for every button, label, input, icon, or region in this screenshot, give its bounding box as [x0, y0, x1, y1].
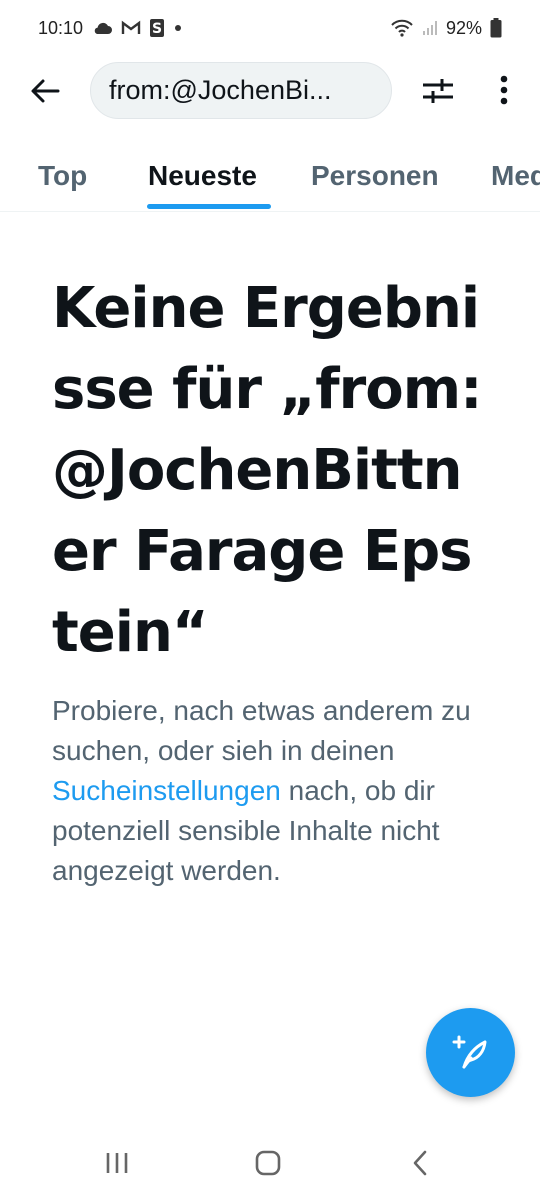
home-icon	[255, 1150, 281, 1176]
compose-button[interactable]	[426, 1008, 515, 1097]
back-button[interactable]	[26, 72, 64, 110]
system-back-button[interactable]	[400, 1146, 440, 1180]
more-options-button[interactable]	[488, 70, 520, 110]
svg-text:S: S	[152, 21, 162, 37]
battery-percent: 92%	[445, 17, 482, 38]
empty-state-text-before: Probiere, nach etwas anderem zu suchen, …	[52, 695, 471, 766]
search-filter-button[interactable]	[418, 72, 458, 110]
wifi-icon	[390, 19, 414, 37]
tab-neueste[interactable]: Neueste	[148, 140, 257, 211]
back-icon	[413, 1150, 427, 1176]
dot-icon	[173, 23, 183, 33]
empty-state-title: Keine Ergebnisse für „from:@JochenBittne…	[52, 276, 483, 665]
compose-feather-icon	[452, 1035, 486, 1068]
recent-apps-button[interactable]	[97, 1146, 137, 1180]
search-input[interactable]: from:@JochenBi...	[90, 62, 392, 119]
recent-apps-icon	[106, 1153, 128, 1173]
more-vertical-icon	[500, 75, 508, 105]
tab-personen[interactable]: Personen	[311, 140, 439, 211]
search-query: from:@JochenBi...	[109, 75, 332, 105]
sliders-icon	[423, 79, 453, 103]
active-tab-indicator	[147, 204, 271, 209]
status-bar: 10:10 S 92%	[0, 0, 540, 56]
gmail-icon	[121, 20, 141, 36]
tab-top[interactable]: Top	[38, 140, 87, 211]
arrow-left-icon	[31, 79, 60, 103]
cloud-icon	[92, 21, 113, 35]
s-app-icon: S	[150, 19, 165, 37]
system-nav-bar	[0, 1128, 540, 1199]
search-header: from:@JochenBi...	[0, 56, 540, 126]
signal-icon	[422, 20, 438, 36]
empty-state: Keine Ergebnisse für „from:@JochenBittne…	[52, 268, 492, 891]
search-tabs: Top Neueste Personen Medien	[0, 140, 540, 212]
search-settings-link[interactable]: Sucheinstellungen	[52, 775, 281, 806]
status-right: 92%	[390, 18, 502, 39]
tab-medien[interactable]: Medien	[491, 140, 540, 211]
battery-icon	[490, 18, 502, 38]
home-button[interactable]	[248, 1146, 288, 1180]
status-left: 10:10 S	[38, 18, 183, 39]
empty-state-text: Probiere, nach etwas anderem zu suchen, …	[52, 691, 492, 891]
status-time: 10:10	[38, 17, 84, 38]
